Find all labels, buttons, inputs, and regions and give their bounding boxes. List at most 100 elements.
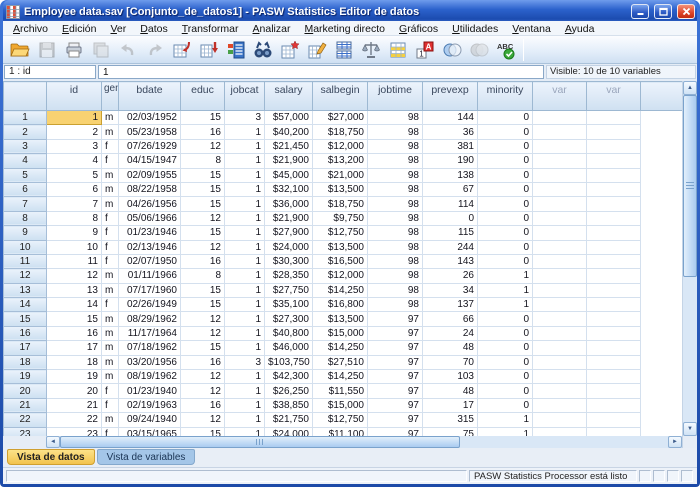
cell[interactable]: 98 (368, 182, 423, 196)
cell[interactable]: m (102, 326, 119, 340)
cell[interactable]: 26 (423, 269, 478, 283)
spell-check-button[interactable]: ABC (493, 38, 518, 62)
cell[interactable]: 05/06/1966 (119, 211, 181, 225)
column-header-jobcat[interactable]: jobcat (225, 82, 265, 111)
cell[interactable]: $12,000 (313, 139, 368, 153)
cell[interactable]: 1 (478, 283, 533, 297)
cell[interactable]: 97 (368, 355, 423, 369)
cell[interactable]: 98 (368, 283, 423, 297)
cell[interactable]: 02/19/1963 (119, 398, 181, 412)
cell[interactable]: 1 (478, 413, 533, 427)
scroll-up-arrow[interactable]: ▲ (683, 81, 697, 95)
row-number[interactable]: 12 (4, 269, 47, 283)
cell[interactable]: 6 (47, 182, 102, 196)
row-number[interactable]: 21 (4, 398, 47, 412)
cell[interactable]: 3 (225, 111, 265, 125)
print-button[interactable] (61, 38, 86, 62)
cell[interactable]: 115 (423, 226, 478, 240)
cell[interactable]: 66 (423, 312, 478, 326)
row-number[interactable]: 2 (4, 125, 47, 139)
cell[interactable]: $30,300 (265, 254, 313, 268)
cell[interactable]: $27,900 (265, 226, 313, 240)
cell[interactable]: 15 (181, 111, 225, 125)
cell[interactable]: 02/07/1950 (119, 254, 181, 268)
cell[interactable]: 0 (423, 211, 478, 225)
cell[interactable] (533, 269, 587, 283)
cell[interactable]: 137 (423, 298, 478, 312)
cell[interactable]: m (102, 111, 119, 125)
cell[interactable]: 70 (423, 355, 478, 369)
cell[interactable]: 97 (368, 413, 423, 427)
cell[interactable]: m (102, 341, 119, 355)
cell[interactable] (587, 226, 641, 240)
menu-datos[interactable]: Datos (133, 21, 174, 36)
cell[interactable]: $24,000 (265, 427, 313, 436)
cell[interactable]: 13 (47, 283, 102, 297)
cell[interactable]: 0 (478, 168, 533, 182)
cell[interactable]: 48 (423, 341, 478, 355)
cell[interactable]: 97 (368, 398, 423, 412)
cell[interactable]: 1 (225, 240, 265, 254)
cell[interactable]: 02/13/1946 (119, 240, 181, 254)
cell[interactable]: 98 (368, 139, 423, 153)
row-number[interactable]: 3 (4, 139, 47, 153)
cell[interactable]: 07/18/1962 (119, 341, 181, 355)
cell[interactable] (533, 326, 587, 340)
cell[interactable]: f (102, 154, 119, 168)
cell[interactable] (533, 254, 587, 268)
cell[interactable]: 1 (225, 139, 265, 153)
split-file-button[interactable] (331, 38, 356, 62)
cell[interactable]: 08/22/1958 (119, 182, 181, 196)
cell[interactable]: 97 (368, 312, 423, 326)
row-number[interactable]: 23 (4, 427, 47, 436)
cell[interactable]: $12,750 (313, 226, 368, 240)
cell[interactable]: 1 (225, 326, 265, 340)
cell[interactable]: 98 (368, 269, 423, 283)
cell[interactable]: f (102, 211, 119, 225)
cell[interactable]: 0 (478, 240, 533, 254)
cell[interactable]: 9 (47, 226, 102, 240)
cell[interactable] (533, 139, 587, 153)
cell[interactable]: 0 (478, 326, 533, 340)
cell[interactable]: 103 (423, 370, 478, 384)
cell[interactable] (533, 168, 587, 182)
cell[interactable]: m (102, 312, 119, 326)
cell[interactable]: $18,750 (313, 125, 368, 139)
cell[interactable]: $57,000 (265, 111, 313, 125)
column-header-salary[interactable]: salary (265, 82, 313, 111)
cell[interactable]: 315 (423, 413, 478, 427)
cell[interactable]: 1 (225, 168, 265, 182)
vertical-scroll-track[interactable] (683, 95, 697, 422)
cell[interactable]: 1 (225, 398, 265, 412)
cell[interactable]: 138 (423, 168, 478, 182)
scroll-down-arrow[interactable]: ▼ (683, 422, 697, 436)
cell[interactable]: 16 (181, 125, 225, 139)
weight-cases-button[interactable] (358, 38, 383, 62)
column-header-jobtime[interactable]: jobtime (368, 82, 423, 111)
menu-ayuda[interactable]: Ayuda (558, 21, 602, 36)
cell[interactable]: 98 (368, 154, 423, 168)
cell[interactable]: 1 (478, 269, 533, 283)
cell[interactable]: m (102, 370, 119, 384)
menu-ver[interactable]: Ver (103, 21, 133, 36)
cell[interactable]: 97 (368, 370, 423, 384)
cell[interactable]: 0 (478, 384, 533, 398)
cell[interactable]: 12 (181, 312, 225, 326)
cell[interactable]: 8 (181, 269, 225, 283)
cell[interactable] (587, 154, 641, 168)
cell[interactable] (533, 427, 587, 436)
cell[interactable] (533, 211, 587, 225)
cell[interactable]: 244 (423, 240, 478, 254)
cell[interactable]: $21,000 (313, 168, 368, 182)
cell[interactable]: 1 (225, 413, 265, 427)
cell[interactable]: $28,350 (265, 269, 313, 283)
cell[interactable]: 15 (181, 168, 225, 182)
cell[interactable]: $14,250 (313, 283, 368, 297)
cell[interactable]: 19 (47, 370, 102, 384)
cell[interactable]: 8 (181, 154, 225, 168)
use-variable-sets-button[interactable] (439, 38, 464, 62)
cell[interactable]: 10 (47, 240, 102, 254)
cell[interactable]: 11 (47, 254, 102, 268)
cell[interactable]: $13,200 (313, 154, 368, 168)
cell[interactable]: 15 (181, 341, 225, 355)
